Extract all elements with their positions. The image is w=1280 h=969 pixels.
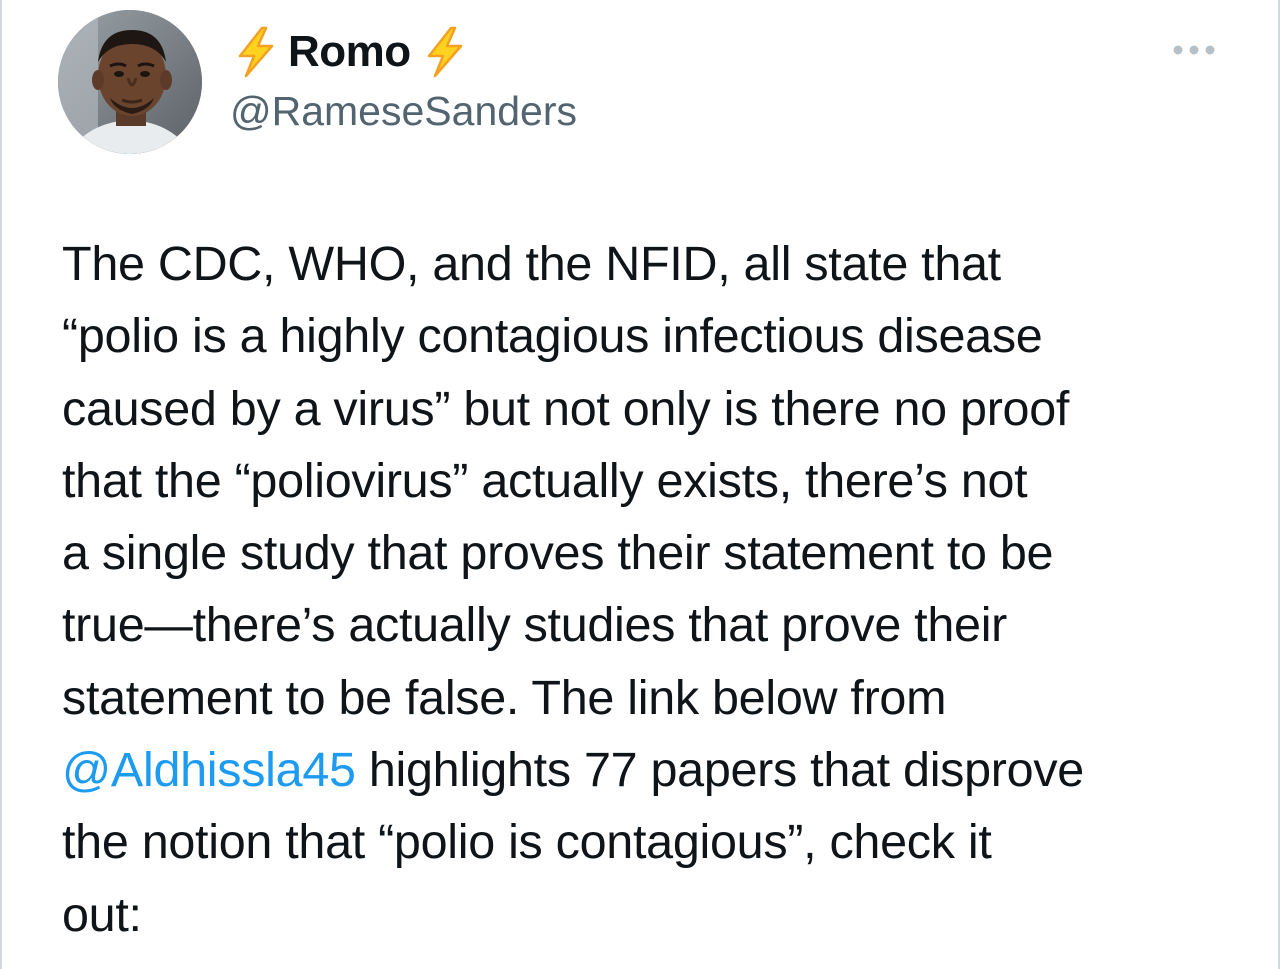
- more-options-button[interactable]: [1168, 34, 1220, 66]
- tweet-text-line: @Aldhissla45 highlights 77 papers that d…: [62, 734, 1242, 806]
- avatar-image: [58, 10, 202, 154]
- tweet-text-line: “polio is a highly contagious infectious…: [62, 309, 1043, 364]
- tweet-text-segment: highlights 77 papers that disprove: [355, 743, 1084, 798]
- lightning-bolt-icon: [238, 26, 274, 78]
- more-horizontal-icon: [1173, 45, 1215, 55]
- tweet-text-line: caused by a virus” but not only is there…: [62, 381, 1070, 436]
- lightning-bolt-icon: [427, 26, 462, 78]
- tweet-text-line: The CDC, WHO, and the NFID, all state th…: [62, 237, 1001, 291]
- mention-link[interactable]: @Aldhissla45: [62, 743, 356, 797]
- author-name-row[interactable]: Romo: [232, 24, 467, 80]
- tweet-text-line: a single study that proves their stateme…: [62, 526, 1054, 581]
- tweet-text-line: out:: [62, 887, 142, 942]
- frame-border-left: [0, 0, 2, 969]
- author-handle[interactable]: @RameseSanders: [230, 88, 577, 135]
- tweet-text-line: the notion that “polio is contagious”, c…: [62, 815, 992, 870]
- author-display-name[interactable]: Romo: [288, 27, 411, 77]
- tweet-text-line: true—there’s actually studies that prove…: [62, 598, 1008, 653]
- tweet-text: The CDC, WHO, and the NFID, all state th…: [62, 228, 1242, 951]
- tweet-text-line: that the “poliovirus” actually exists, t…: [62, 453, 1028, 508]
- avatar[interactable]: [58, 10, 202, 154]
- tweet-text-line: statement to be false. The link below fr…: [62, 670, 947, 725]
